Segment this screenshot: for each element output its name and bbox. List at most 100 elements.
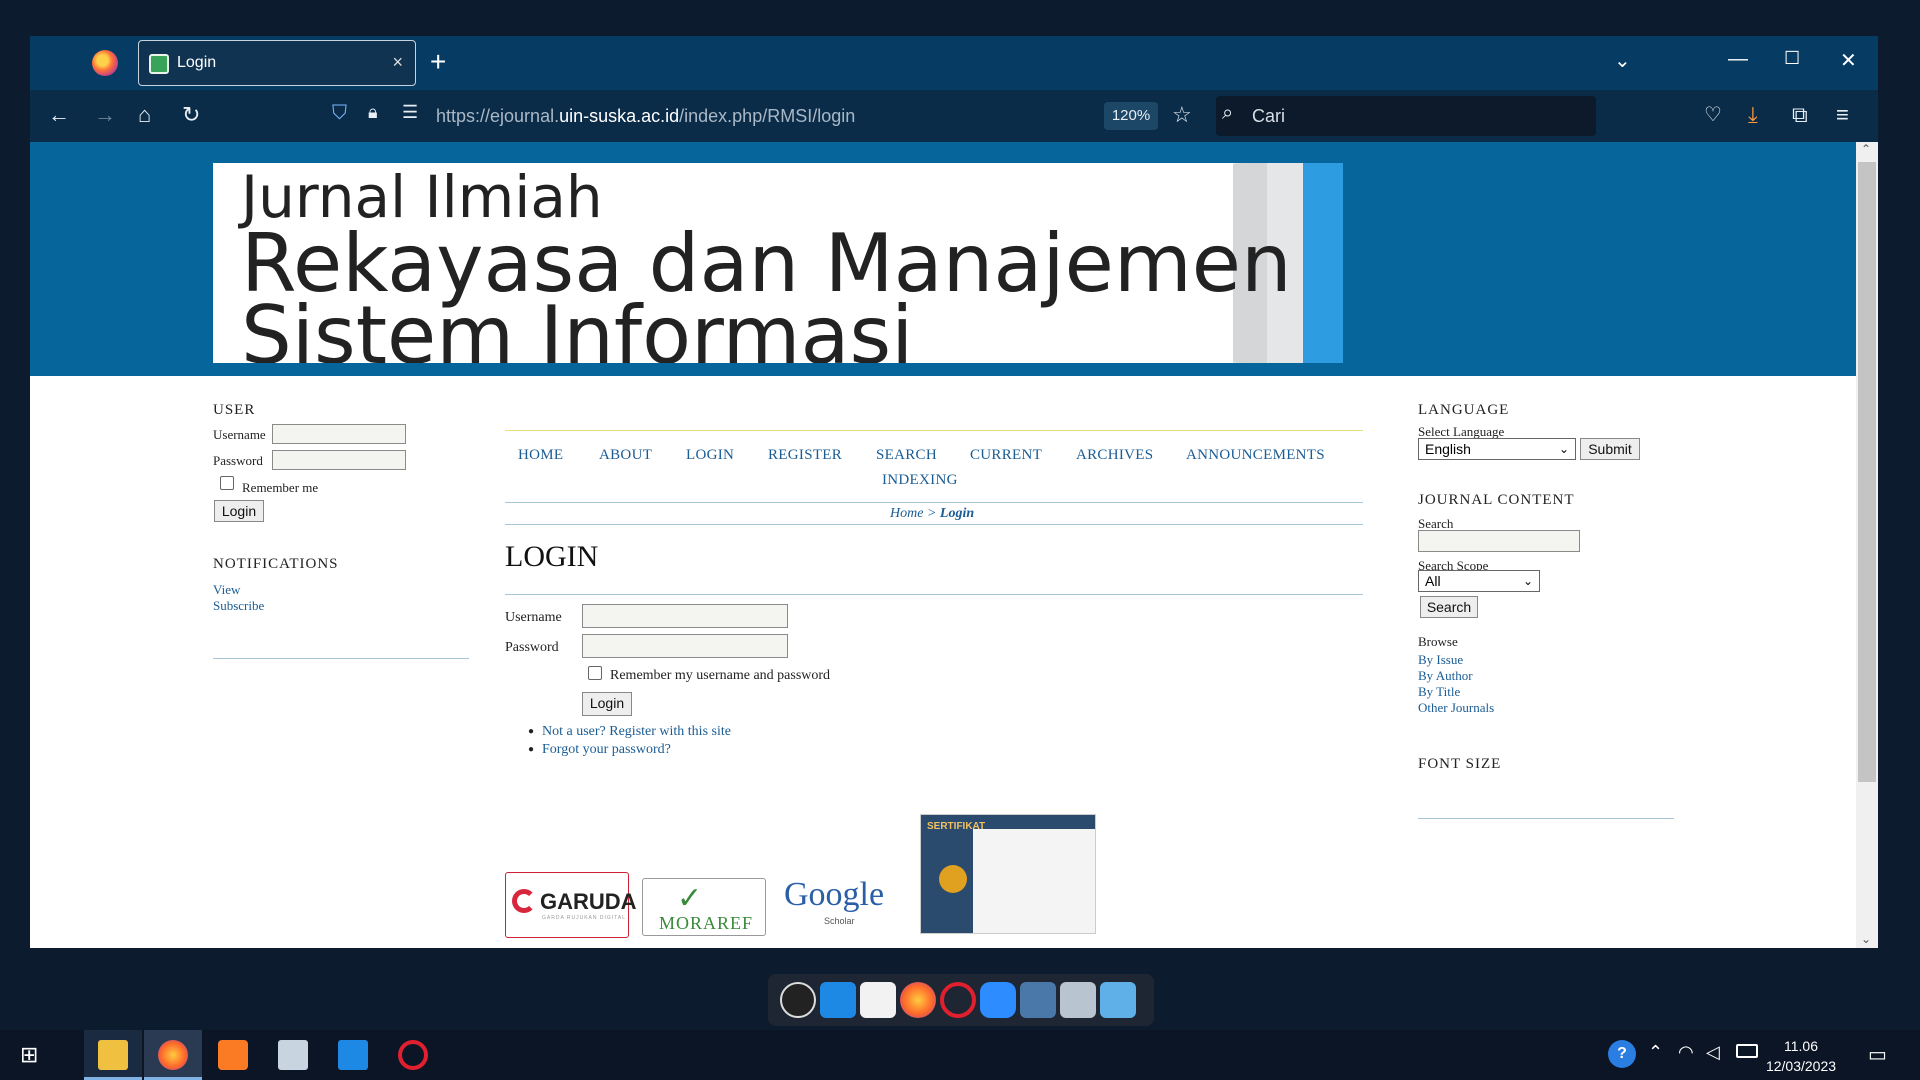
journal-search-input[interactable] [1418, 530, 1580, 552]
windows-start-icon[interactable]: ⊞ [20, 1042, 38, 1068]
search-icon: ⌕ [1222, 102, 1234, 124]
browse-other-journals[interactable]: Other Journals [1418, 700, 1494, 716]
obs-icon[interactable] [780, 982, 816, 1018]
url-text[interactable]: https://ejournal.uin-suska.ac.id/index.p… [436, 106, 855, 127]
firefox-icon[interactable] [900, 982, 936, 1018]
opera-icon[interactable] [940, 982, 976, 1018]
forgot-password-link[interactable]: Forgot your password? [542, 742, 671, 758]
search-placeholder[interactable]: Cari [1252, 106, 1285, 127]
help-icon[interactable]: ? [1608, 1040, 1636, 1068]
menu-login[interactable]: LOGIN [686, 447, 734, 464]
menu-archives[interactable]: ARCHIVES [1076, 447, 1153, 464]
language-select[interactable]: English ⌄ [1418, 438, 1576, 460]
list-tabs-icon[interactable]: ⌄ [1614, 48, 1631, 73]
menu-home[interactable]: HOME [518, 447, 563, 464]
notifications-subscribe-link[interactable]: Subscribe [213, 598, 264, 614]
volume-icon[interactable]: ◁ [1706, 1042, 1720, 1063]
remote-desktop-icon[interactable] [278, 1040, 308, 1070]
register-link[interactable]: Not a user? Register with this site [542, 724, 731, 740]
back-icon[interactable]: ← [48, 102, 70, 128]
sidebar-login-button[interactable]: Login [214, 500, 264, 522]
control-panel-icon[interactable] [1100, 982, 1136, 1018]
sertifikat-image[interactable]: SERTIFIKAT [920, 814, 1096, 934]
language-submit-button[interactable]: Submit [1580, 438, 1640, 460]
pocket-icon[interactable]: ♡ [1704, 102, 1722, 127]
browse-by-author[interactable]: By Author [1418, 668, 1473, 684]
menu-announcements[interactable]: ANNOUNCEMENTS [1186, 447, 1325, 464]
permissions-icon[interactable]: ☰ [402, 102, 418, 123]
forward-icon[interactable]: → [94, 102, 116, 128]
moraref-logo[interactable]: ✓ MORAREF [642, 878, 766, 936]
google-scholar-logo[interactable]: Google Scholar [780, 866, 904, 930]
browse-by-title[interactable]: By Title [1418, 684, 1460, 700]
notifications-title: NOTIFICATIONS [213, 556, 339, 572]
computer-icon[interactable] [1020, 982, 1056, 1018]
username-input[interactable] [582, 604, 788, 628]
remember-checkbox[interactable] [588, 666, 602, 680]
password-label: Password [505, 640, 559, 655]
lock-icon[interactable]: 🔒︎ [368, 102, 378, 123]
taskbar-clock[interactable]: 11.06 12/03/2023 [1756, 1036, 1846, 1076]
battery-icon[interactable] [1736, 1044, 1758, 1058]
page-title: LOGIN [505, 540, 599, 573]
vscode-icon[interactable] [820, 982, 856, 1018]
close-tab-icon[interactable]: × [392, 52, 403, 73]
menu-icon[interactable]: ≡ [1836, 102, 1849, 128]
close-window-icon[interactable]: ✕ [1840, 48, 1857, 73]
reload-icon[interactable]: ↻ [182, 102, 200, 128]
wifi-icon[interactable]: ◠ [1678, 1042, 1694, 1063]
menu-current[interactable]: CURRENT [970, 447, 1042, 464]
favicon-icon [149, 54, 169, 74]
scroll-down-icon[interactable]: ⌄ [1861, 932, 1871, 946]
search-scope-select[interactable]: All ⌄ [1418, 570, 1540, 592]
file-explorer-icon[interactable] [98, 1040, 128, 1070]
recycle-bin-icon[interactable] [1060, 982, 1096, 1018]
opera-taskbar-icon[interactable] [398, 1040, 428, 1070]
banner-line3: Sistem Informasi [241, 289, 914, 363]
firefox-taskbar-icon[interactable] [158, 1040, 188, 1070]
breadcrumb-current[interactable]: Login [940, 506, 974, 521]
password-input[interactable] [582, 634, 788, 658]
sidebar-password-input[interactable] [272, 450, 406, 470]
sidebar-username-input[interactable] [272, 424, 406, 444]
zoom-icon[interactable] [980, 982, 1016, 1018]
garuda-icon [512, 889, 536, 913]
username-label: Username [505, 610, 562, 625]
notifications-view-link[interactable]: View [213, 582, 240, 598]
scholar-text: Scholar [824, 916, 855, 926]
moraref-text: MORAREF [659, 913, 754, 933]
maximize-icon[interactable]: ☐ [1784, 48, 1800, 69]
zoom-indicator[interactable]: 120% [1104, 102, 1158, 130]
chevron-up-icon[interactable]: ⌃ [1648, 1042, 1663, 1063]
minimize-icon[interactable]: — [1728, 48, 1748, 71]
scroll-up-icon[interactable]: ⌃ [1861, 142, 1871, 156]
browse-by-issue[interactable]: By Issue [1418, 652, 1463, 668]
menu-register[interactable]: REGISTER [768, 447, 842, 464]
menu-about[interactable]: ABOUT [599, 447, 652, 464]
sidebar-remember-checkbox[interactable] [220, 476, 234, 490]
journal-search-button[interactable]: Search [1420, 596, 1478, 618]
vertical-scrollbar[interactable]: ⌃ ⌄ [1856, 142, 1878, 948]
shield-icon[interactable]: ⛉ [332, 102, 347, 125]
menu-top-line [505, 430, 1363, 431]
bookmark-star-icon[interactable]: ☆ [1172, 102, 1192, 128]
garuda-logo[interactable]: GARUDA GARDA RUJUKAN DIGITAL [505, 872, 637, 938]
firefox-view-icon[interactable] [92, 50, 118, 76]
font-size-title: FONT SIZE [1418, 756, 1502, 772]
menu-search[interactable]: SEARCH [876, 447, 937, 464]
breadcrumb-home[interactable]: Home [890, 506, 923, 521]
extensions-icon[interactable]: ⧉ [1792, 102, 1808, 128]
login-button[interactable]: Login [582, 692, 632, 716]
menu-indexing[interactable]: INDEXING [882, 472, 958, 489]
notification-icon[interactable]: ▭ [1868, 1042, 1887, 1067]
journal-banner[interactable]: Jurnal Ilmiah Rekayasa dan Manajemen Sis… [213, 163, 1343, 363]
document-icon[interactable] [860, 982, 896, 1018]
new-tab-button[interactable]: + [430, 46, 446, 78]
vscode-taskbar-icon[interactable] [338, 1040, 368, 1070]
scroll-thumb[interactable] [1858, 162, 1876, 782]
xampp-icon[interactable] [218, 1040, 248, 1070]
download-icon[interactable]: ⤓ [1748, 102, 1758, 128]
home-icon[interactable]: ⌂ [138, 102, 151, 128]
garuda-text: GARUDA [540, 889, 637, 914]
tab-login[interactable]: Login × [138, 40, 416, 86]
